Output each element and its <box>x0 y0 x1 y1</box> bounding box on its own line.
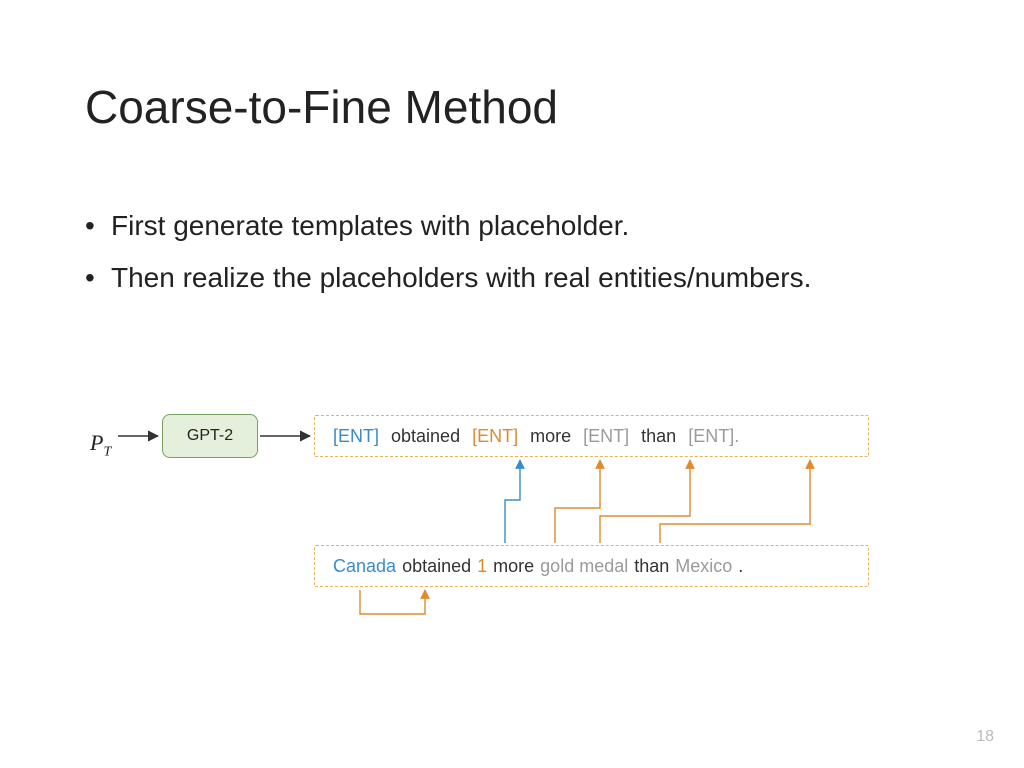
template-output-box: [ENT] obtained [ENT] more [ENT] than [EN… <box>314 415 869 457</box>
realized-token: Canada <box>333 556 396 577</box>
pt-subscript: T <box>103 444 111 459</box>
slide: Coarse-to-Fine Method First generate tem… <box>0 0 1024 768</box>
template-token-ent: [ENT] <box>333 426 379 447</box>
bullet-item: Then realize the placeholders with real … <box>85 257 811 299</box>
realized-output-box: Canada obtained 1 more gold medal than M… <box>314 545 869 587</box>
arrow-link-orange-1 <box>555 460 600 543</box>
template-token-ent: [ENT]. <box>688 426 739 447</box>
realized-token: obtained <box>402 556 471 577</box>
arrow-link-orange-3 <box>660 460 810 543</box>
template-token-word: more <box>530 426 571 447</box>
realized-token: . <box>738 556 743 577</box>
model-box: GPT-2 <box>162 414 258 458</box>
template-token-word: than <box>641 426 676 447</box>
arrow-self-loop <box>360 590 425 614</box>
realized-token: 1 <box>477 556 487 577</box>
bullet-list: First generate templates with placeholde… <box>85 205 811 309</box>
realized-token: than <box>634 556 669 577</box>
template-token-word: obtained <box>391 426 460 447</box>
page-number: 18 <box>976 728 994 746</box>
realized-token: more <box>493 556 534 577</box>
realized-token: Mexico <box>675 556 732 577</box>
bullet-item: First generate templates with placeholde… <box>85 205 811 247</box>
slide-title: Coarse-to-Fine Method <box>85 80 558 134</box>
realized-token: gold medal <box>540 556 628 577</box>
arrow-link-blue <box>505 460 520 543</box>
pt-main: P <box>90 430 103 455</box>
template-token-ent: [ENT] <box>472 426 518 447</box>
pt-symbol: PT <box>90 430 111 460</box>
template-token-ent: [ENT] <box>583 426 629 447</box>
arrow-link-orange-2 <box>600 460 690 543</box>
